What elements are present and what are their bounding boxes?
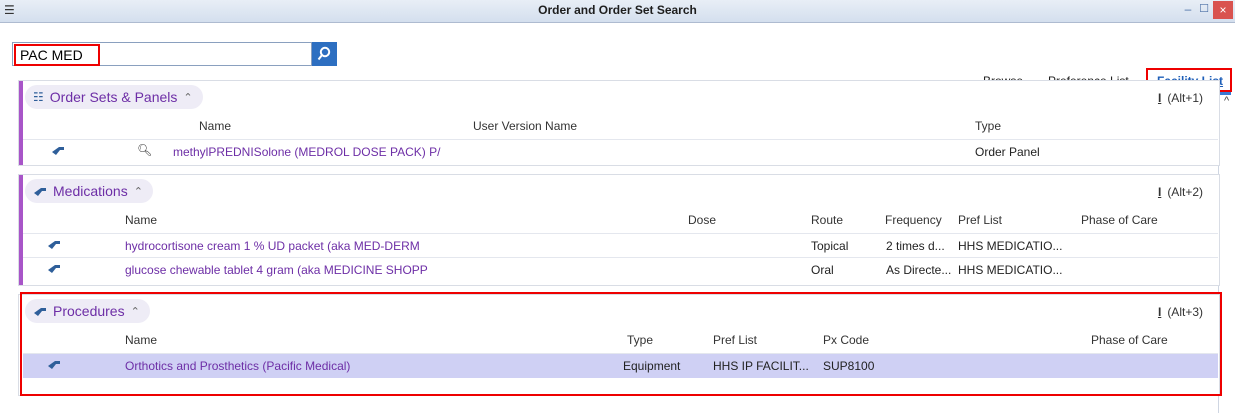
medications-title: Medications: [53, 183, 128, 199]
procedures-highlight: [20, 292, 1222, 396]
order-panel-type: Order Panel: [975, 145, 1040, 159]
medication-frequency: 2 times d...: [886, 239, 945, 253]
medication-route: Oral: [811, 263, 834, 277]
collapse-icon[interactable]: ⌃: [134, 185, 143, 198]
medication-icon: [34, 188, 46, 196]
medication-pref-list: HHS MEDICATIO...: [958, 239, 1063, 253]
order-sets-title: Order Sets & Panels: [49, 89, 178, 105]
order-set-icon: ☷: [33, 90, 44, 104]
table-row[interactable]: hydrocortisone cream 1 % UD packet (aka …: [23, 233, 1218, 258]
search-button[interactable]: [312, 42, 337, 66]
search-input[interactable]: [14, 44, 100, 66]
col-name[interactable]: Name: [125, 213, 157, 227]
table-row[interactable]: glucose chewable tablet 4 gram (aka MEDI…: [23, 257, 1218, 282]
medication-name[interactable]: glucose chewable tablet 4 gram (aka MEDI…: [125, 263, 428, 277]
search-icon: [317, 46, 331, 61]
medications-header[interactable]: Medications ⌃: [25, 179, 153, 203]
minimize-button[interactable]: –: [1181, 2, 1195, 18]
medication-order-icon: [48, 241, 60, 249]
col-name[interactable]: Name: [199, 119, 231, 133]
window-title: Order and Order Set Search: [538, 3, 697, 17]
order-sets-header[interactable]: ☷ Order Sets & Panels ⌃: [25, 85, 203, 109]
jump-shortcut[interactable]: I (Alt+1): [1158, 91, 1203, 105]
jump-shortcut[interactable]: I (Alt+2): [1158, 185, 1203, 199]
col-type[interactable]: Type: [975, 119, 1001, 133]
order-icon: [52, 147, 64, 155]
preview-icon[interactable]: 🔍︎: [137, 143, 152, 157]
collapse-icon[interactable]: ⌃: [183, 91, 192, 104]
col-phase-of-care[interactable]: Phase of Care: [1081, 213, 1158, 227]
col-route[interactable]: Route: [811, 213, 843, 227]
col-pref-list[interactable]: Pref List: [958, 213, 1002, 227]
close-button[interactable]: ×: [1213, 1, 1233, 19]
medication-pref-list: HHS MEDICATIO...: [958, 263, 1063, 277]
col-user-version[interactable]: User Version Name: [473, 119, 577, 133]
medication-route: Topical: [811, 239, 849, 253]
medication-frequency: As Directe...: [886, 263, 952, 277]
table-row[interactable]: 🔍︎ methylPREDNISolone (MEDROL DOSE PACK)…: [23, 139, 1218, 164]
col-frequency[interactable]: Frequency: [885, 213, 942, 227]
order-panel-name[interactable]: methylPREDNISolone (MEDROL DOSE PACK) P/: [173, 145, 440, 159]
medication-name[interactable]: hydrocortisone cream 1 % UD packet (aka …: [125, 239, 420, 253]
medications-section: Medications ⌃ I (Alt+2) Name Dose Route F…: [18, 174, 1220, 286]
title-bar: ☰ Order and Order Set Search – ☐ ×: [0, 0, 1235, 23]
medication-order-icon: [48, 265, 60, 273]
col-dose[interactable]: Dose: [688, 213, 716, 227]
maximize-button[interactable]: ☐: [1197, 2, 1211, 18]
scroll-up-arrow[interactable]: ^: [1224, 95, 1229, 107]
order-sets-section: ☷ Order Sets & Panels ⌃ I (Alt+1) Name Us…: [18, 80, 1220, 166]
